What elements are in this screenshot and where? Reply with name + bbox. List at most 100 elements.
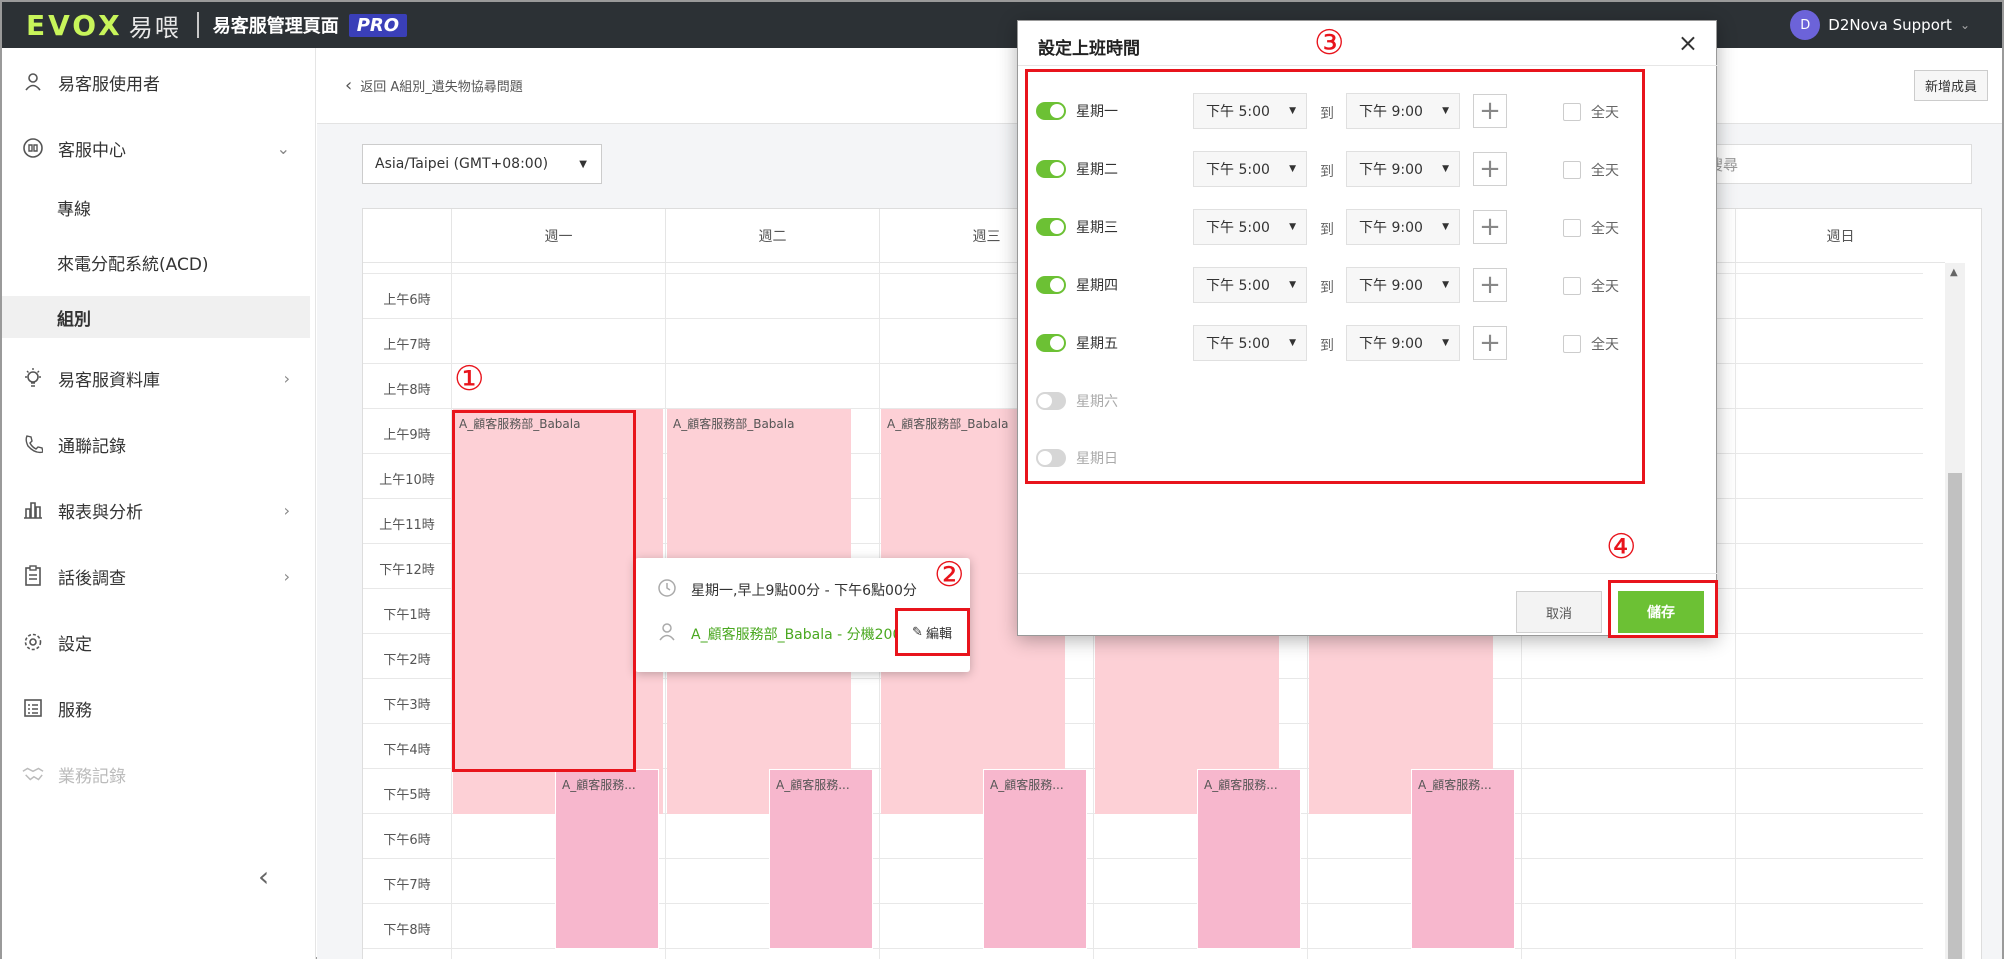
search-input[interactable]: 機搜尋 [1672, 144, 1972, 184]
all-day-label: 全天 [1591, 221, 1619, 237]
day-row-mon: 星期一 [1036, 91, 1118, 131]
day-label: 星期二 [1076, 162, 1118, 178]
edit-label: 編輯 [925, 626, 952, 642]
add-time-range-button[interactable]: + [1473, 210, 1507, 244]
day-toggle[interactable] [1036, 392, 1066, 410]
cancel-button[interactable]: 取消 [1516, 591, 1602, 633]
all-day-checkbox[interactable] [1563, 219, 1581, 237]
end-time-select[interactable]: 下午 9:00 ▼ [1346, 325, 1460, 361]
sidebar-item-label: 報表與分析 [58, 502, 143, 523]
all-day-checkbox[interactable] [1563, 277, 1581, 295]
day-header-sun: 週日 [1735, 209, 1945, 263]
time-label: 上午7時 [383, 338, 431, 353]
sidebar-item-lines[interactable]: 專線 [2, 186, 310, 228]
scroll-up-icon[interactable]: ▲ [1950, 267, 1958, 278]
evening-event-thu[interactable]: A_顧客服務... [1197, 769, 1301, 949]
add-time-range-button[interactable]: + [1473, 326, 1507, 360]
end-time-select[interactable]: 下午 9:00 ▼ [1346, 93, 1460, 129]
header-divider [196, 12, 199, 38]
sidebar-item-services[interactable]: 服務 [2, 686, 316, 730]
user-icon [22, 71, 44, 93]
chevron-down-icon: ⌄ [276, 138, 290, 158]
caret-down-icon: ▼ [1442, 338, 1449, 348]
day-label: 星期五 [1076, 336, 1118, 352]
day-row-sun: 星期日 [1036, 438, 1118, 478]
all-day-checkbox[interactable] [1563, 161, 1581, 179]
time-label: 下午3時 [383, 698, 431, 713]
collapse-sidebar-icon[interactable]: ‹ [258, 860, 269, 893]
add-time-range-button[interactable]: + [1473, 94, 1507, 128]
list-icon [22, 697, 44, 719]
caret-down-icon: ▼ [1289, 338, 1296, 348]
user-name: D2Nova Support [1828, 16, 1952, 34]
caret-down-icon: ▼ [1289, 164, 1296, 174]
phone-icon [22, 433, 44, 455]
add-member-button[interactable]: 新增成員 [1913, 70, 1988, 101]
end-time-select[interactable]: 下午 9:00 ▼ [1346, 267, 1460, 303]
day-toggle[interactable] [1036, 218, 1066, 236]
end-time-select[interactable]: 下午 9:00 ▼ [1346, 151, 1460, 187]
sidebar-item-label: 易客服使用者 [58, 74, 160, 95]
sidebar-item-call-records[interactable]: 通聯記錄 [2, 422, 316, 466]
sidebar-item-users[interactable]: 易客服使用者 [2, 60, 316, 104]
close-icon[interactable]: × [1678, 29, 1698, 57]
start-time-select[interactable]: 下午 5:00 ▼ [1193, 93, 1307, 129]
popover-time-row: 星期一,早上9點00分 - 下午6點00分 [657, 578, 917, 602]
evening-event-wed[interactable]: A_顧客服務... [983, 769, 1087, 949]
sidebar-item-service-center[interactable]: 客服中心 ⌄ [2, 126, 316, 170]
sidebar-item-acd[interactable]: 來電分配系統(ACD) [2, 241, 310, 283]
save-button[interactable]: 儲存 [1618, 591, 1704, 633]
back-link[interactable]: ‹ 返回 A組別_遺失物協尋問題 [345, 75, 523, 96]
evox-logo[interactable]: EVOX 易喂 [26, 8, 181, 43]
day-toggle[interactable] [1036, 102, 1066, 120]
all-day-checkbox[interactable] [1563, 335, 1581, 353]
day-label: 星期一 [1076, 104, 1118, 120]
day-toggle[interactable] [1036, 276, 1066, 294]
sidebar-item-survey[interactable]: 話後調查 › [2, 554, 316, 598]
to-label: 到 [1320, 222, 1334, 238]
start-time-select[interactable]: 下午 5:00 ▼ [1193, 267, 1307, 303]
end-time-select[interactable]: 下午 9:00 ▼ [1346, 209, 1460, 245]
to-label: 到 [1320, 164, 1334, 180]
start-time-select[interactable]: 下午 5:00 ▼ [1193, 209, 1307, 245]
end-time-value: 下午 9:00 [1359, 220, 1423, 236]
to-label: 到 [1320, 280, 1334, 296]
all-day-checkbox[interactable] [1563, 103, 1581, 121]
sidebar-item-database[interactable]: 易客服資料庫 › [2, 356, 316, 400]
day-toggle[interactable] [1036, 160, 1066, 178]
back-label: 返回 A組別_遺失物協尋問題 [360, 80, 523, 95]
annotation-number-3: ③ [1314, 23, 1345, 63]
day-toggle[interactable] [1036, 449, 1066, 467]
timezone-select[interactable]: Asia/Taipei (GMT+08:00) ▼ [362, 144, 602, 184]
start-time-select[interactable]: 下午 5:00 ▼ [1193, 151, 1307, 187]
evening-event-fri[interactable]: A_顧客服務... [1411, 769, 1515, 949]
sidebar-item-label: 設定 [58, 634, 92, 655]
evening-event-tue[interactable]: A_顧客服務... [769, 769, 873, 949]
day-toggle[interactable] [1036, 334, 1066, 352]
annotation-number-1: ① [454, 359, 485, 399]
caret-down-icon: ▼ [1289, 222, 1296, 232]
sidebar-item-label: 通聯記錄 [58, 436, 126, 457]
time-label: 下午12時 [379, 563, 435, 578]
chevron-right-icon: › [283, 566, 290, 586]
headset-icon [22, 137, 44, 159]
sidebar-item-settings[interactable]: 設定 [2, 620, 316, 664]
sidebar-item-groups[interactable]: 組別 [2, 296, 310, 338]
calendar-scrollbar[interactable]: ▲ [1945, 263, 1965, 959]
time-label: 上午6時 [383, 293, 431, 308]
caret-down-icon: ▼ [1442, 106, 1449, 116]
caret-down-icon: ▼ [1442, 280, 1449, 290]
logo-chinese: 易喂 [128, 13, 181, 42]
edit-button[interactable]: ✎ 編輯 [897, 610, 967, 654]
add-time-range-button[interactable]: + [1473, 268, 1507, 302]
sidebar-item-label: 組別 [57, 309, 91, 330]
start-time-select[interactable]: 下午 5:00 ▼ [1193, 325, 1307, 361]
sidebar-item-reports[interactable]: 報表與分析 › [2, 488, 316, 532]
sidebar-item-business-records[interactable]: 業務記錄 [2, 752, 316, 796]
scrollbar-thumb[interactable] [1948, 473, 1962, 959]
add-time-range-button[interactable]: + [1473, 152, 1507, 186]
shift-event-mon[interactable]: A_顧客服務部_Babala [453, 409, 663, 814]
end-time-value: 下午 9:00 [1359, 104, 1423, 120]
user-menu[interactable]: D D2Nova Support ⌄ [1790, 10, 1970, 40]
evening-event-mon[interactable]: A_顧客服務... [555, 769, 659, 949]
